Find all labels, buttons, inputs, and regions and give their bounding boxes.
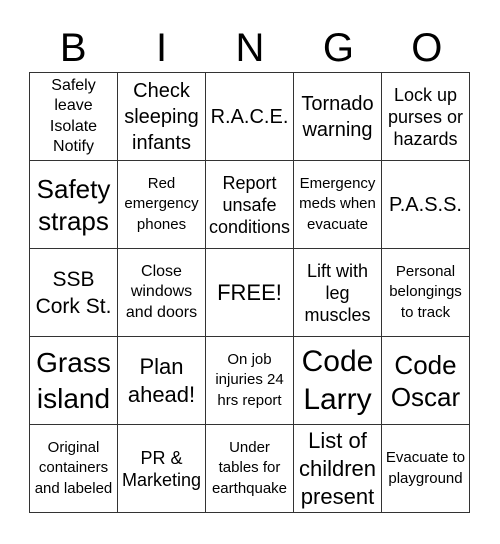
bingo-cell[interactable]: Check sleeping infants [118, 73, 206, 161]
bingo-cell[interactable]: On job injuries 24 hrs report [206, 337, 294, 425]
header-letter-o: O [411, 26, 443, 70]
bingo-cell[interactable]: Personal belongings to track [382, 249, 470, 337]
bingo-cell[interactable]: PR & Marketing [118, 425, 206, 513]
bingo-cell[interactable]: P.A.S.S. [382, 161, 470, 249]
bingo-cell[interactable]: Grass island [30, 337, 118, 425]
bingo-cell[interactable]: Lock up purses or hazards [382, 73, 470, 161]
header-letter-g: G [322, 26, 354, 70]
bingo-cell[interactable]: Red emergency phones [118, 161, 206, 249]
bingo-cell[interactable]: Lift with leg muscles [294, 249, 382, 337]
bingo-cell[interactable]: List of children present [294, 425, 382, 513]
bingo-cell[interactable]: Evacuate to playground [382, 425, 470, 513]
header-letter-i: I [156, 26, 168, 70]
bingo-cell[interactable]: Tornado warning [294, 73, 382, 161]
bingo-cell[interactable]: Code Larry [294, 337, 382, 425]
bingo-cell[interactable]: Emergency meds when evacuate [294, 161, 382, 249]
bingo-cell[interactable]: Report unsafe conditions [206, 161, 294, 249]
bingo-cell[interactable]: Safety straps [30, 161, 118, 249]
bingo-cell[interactable]: Safely leave Isolate Notify [30, 73, 118, 161]
bingo-cell[interactable]: Original containers and labeled [30, 425, 118, 513]
header-letter-n: N [235, 26, 265, 70]
bingo-cell[interactable]: Plan ahead! [118, 337, 206, 425]
header-letter-b: B [59, 26, 87, 70]
bingo-cell[interactable]: Code Oscar [382, 337, 470, 425]
bingo-cell[interactable]: Close windows and doors [118, 249, 206, 337]
bingo-cell[interactable]: Under tables for earthquake [206, 425, 294, 513]
bingo-cell[interactable]: R.A.C.E. [206, 73, 294, 161]
bingo-cell[interactable]: SSB Cork St. [30, 249, 118, 337]
bingo-header: B I N G O [29, 24, 471, 72]
bingo-cell free-space[interactable]: FREE! [206, 249, 294, 337]
bingo-grid: Safely leave Isolate Notify Check sleepi… [29, 72, 470, 513]
